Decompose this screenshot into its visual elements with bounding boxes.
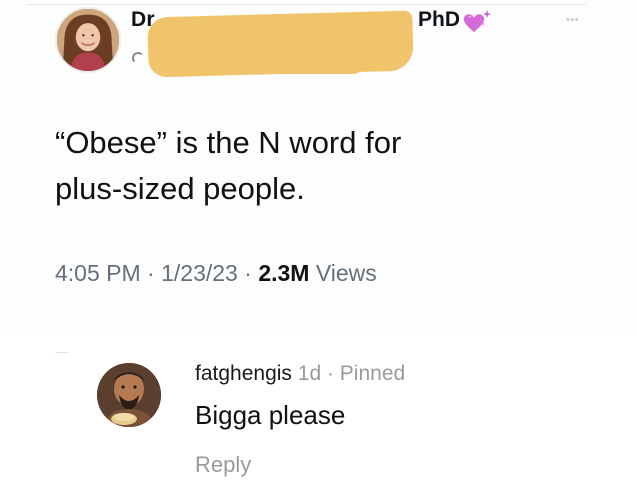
pinned-comment: fatghengis 1d · Pinned Bigga please Repl… bbox=[0, 330, 639, 502]
reply-button[interactable]: Reply bbox=[195, 452, 251, 478]
comment-username[interactable]: fatghengis bbox=[195, 362, 292, 385]
more-options-icon[interactable]: ••• bbox=[566, 14, 579, 26]
tweet-text: “Obese” is the N word for plus-sized peo… bbox=[55, 120, 575, 212]
tweet-time[interactable]: 4:05 PM bbox=[55, 260, 141, 286]
separator: · bbox=[237, 260, 259, 286]
commenter-avatar[interactable] bbox=[97, 363, 161, 427]
separator: · bbox=[321, 362, 340, 385]
divider bbox=[26, 4, 586, 5]
tweet-metadata: 4:05 PM · 1/23/23 · 2.3M Views bbox=[55, 260, 377, 287]
comment-body: Bigga please bbox=[195, 400, 346, 430]
divider bbox=[55, 352, 69, 353]
tweet-card: Dr. PhD ••• “Obese” is the N word for pl… bbox=[0, 0, 639, 330]
tweet-text-line: “Obese” is the N word for bbox=[55, 125, 402, 160]
tweet-text-line: plus-sized people. bbox=[55, 171, 305, 206]
comment-header: fatghengis 1d · Pinned bbox=[195, 362, 405, 386]
separator: · bbox=[140, 260, 162, 286]
comment-age: 1d bbox=[297, 362, 322, 385]
pinned-label: Pinned bbox=[339, 362, 406, 385]
sparkling-heart-icon bbox=[458, 8, 492, 34]
redaction-mark bbox=[175, 50, 365, 74]
views-label: Views bbox=[315, 260, 377, 286]
tweet-date[interactable]: 1/23/23 bbox=[161, 260, 238, 286]
author-avatar[interactable] bbox=[55, 7, 121, 73]
views-count: 2.3M bbox=[258, 260, 310, 286]
handle-at-icon bbox=[132, 52, 144, 64]
author-credential[interactable]: PhD bbox=[418, 8, 460, 32]
